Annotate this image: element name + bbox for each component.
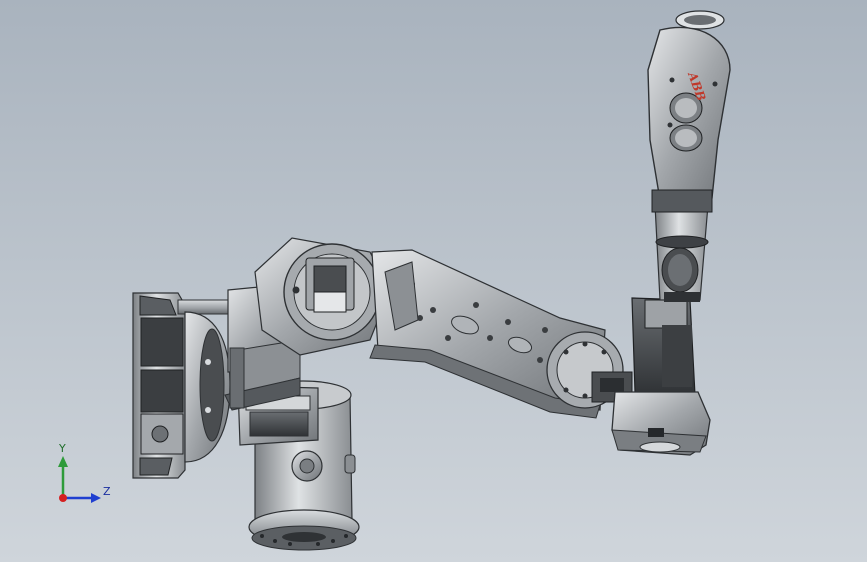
tool-head [647, 10, 731, 213]
cad-graphics-viewport[interactable]: ABB Y Z [0, 0, 867, 562]
robot-arm-model[interactable]: ABB [0, 0, 867, 562]
axis1-flange [132, 292, 231, 479]
shoulder-joint [254, 237, 391, 356]
axis3-motor [631, 297, 696, 396]
forearm-tube [654, 204, 709, 302]
triad-origin [59, 494, 67, 502]
coordinate-triad: Y Z [48, 440, 118, 510]
z-axis-label: Z [103, 485, 111, 498]
y-axis-label: Y [59, 442, 66, 455]
wrist-housing [611, 391, 711, 456]
z-axis-arrowhead [91, 493, 101, 503]
y-axis-arrowhead [58, 456, 68, 467]
